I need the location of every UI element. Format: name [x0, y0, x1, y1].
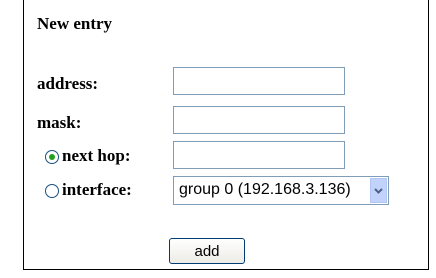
next-hop-input[interactable] — [173, 141, 345, 169]
next-hop-radio[interactable] — [45, 150, 59, 164]
chevron-down-icon[interactable] — [370, 178, 387, 203]
interface-select-value: group 0 (192.168.3.136) — [179, 181, 351, 198]
interface-label: interface: — [62, 180, 132, 199]
next-hop-label: next hop: — [62, 146, 131, 165]
mask-input[interactable] — [173, 106, 345, 134]
address-label: address: — [37, 74, 99, 93]
new-entry-panel — [23, 0, 429, 270]
interface-select[interactable]: group 0 (192.168.3.136) — [173, 176, 389, 205]
interface-radio[interactable] — [45, 184, 59, 198]
mask-label: mask: — [37, 113, 82, 132]
add-button[interactable]: add — [169, 238, 245, 264]
address-input[interactable] — [173, 67, 345, 95]
panel-title: New entry — [37, 14, 113, 33]
